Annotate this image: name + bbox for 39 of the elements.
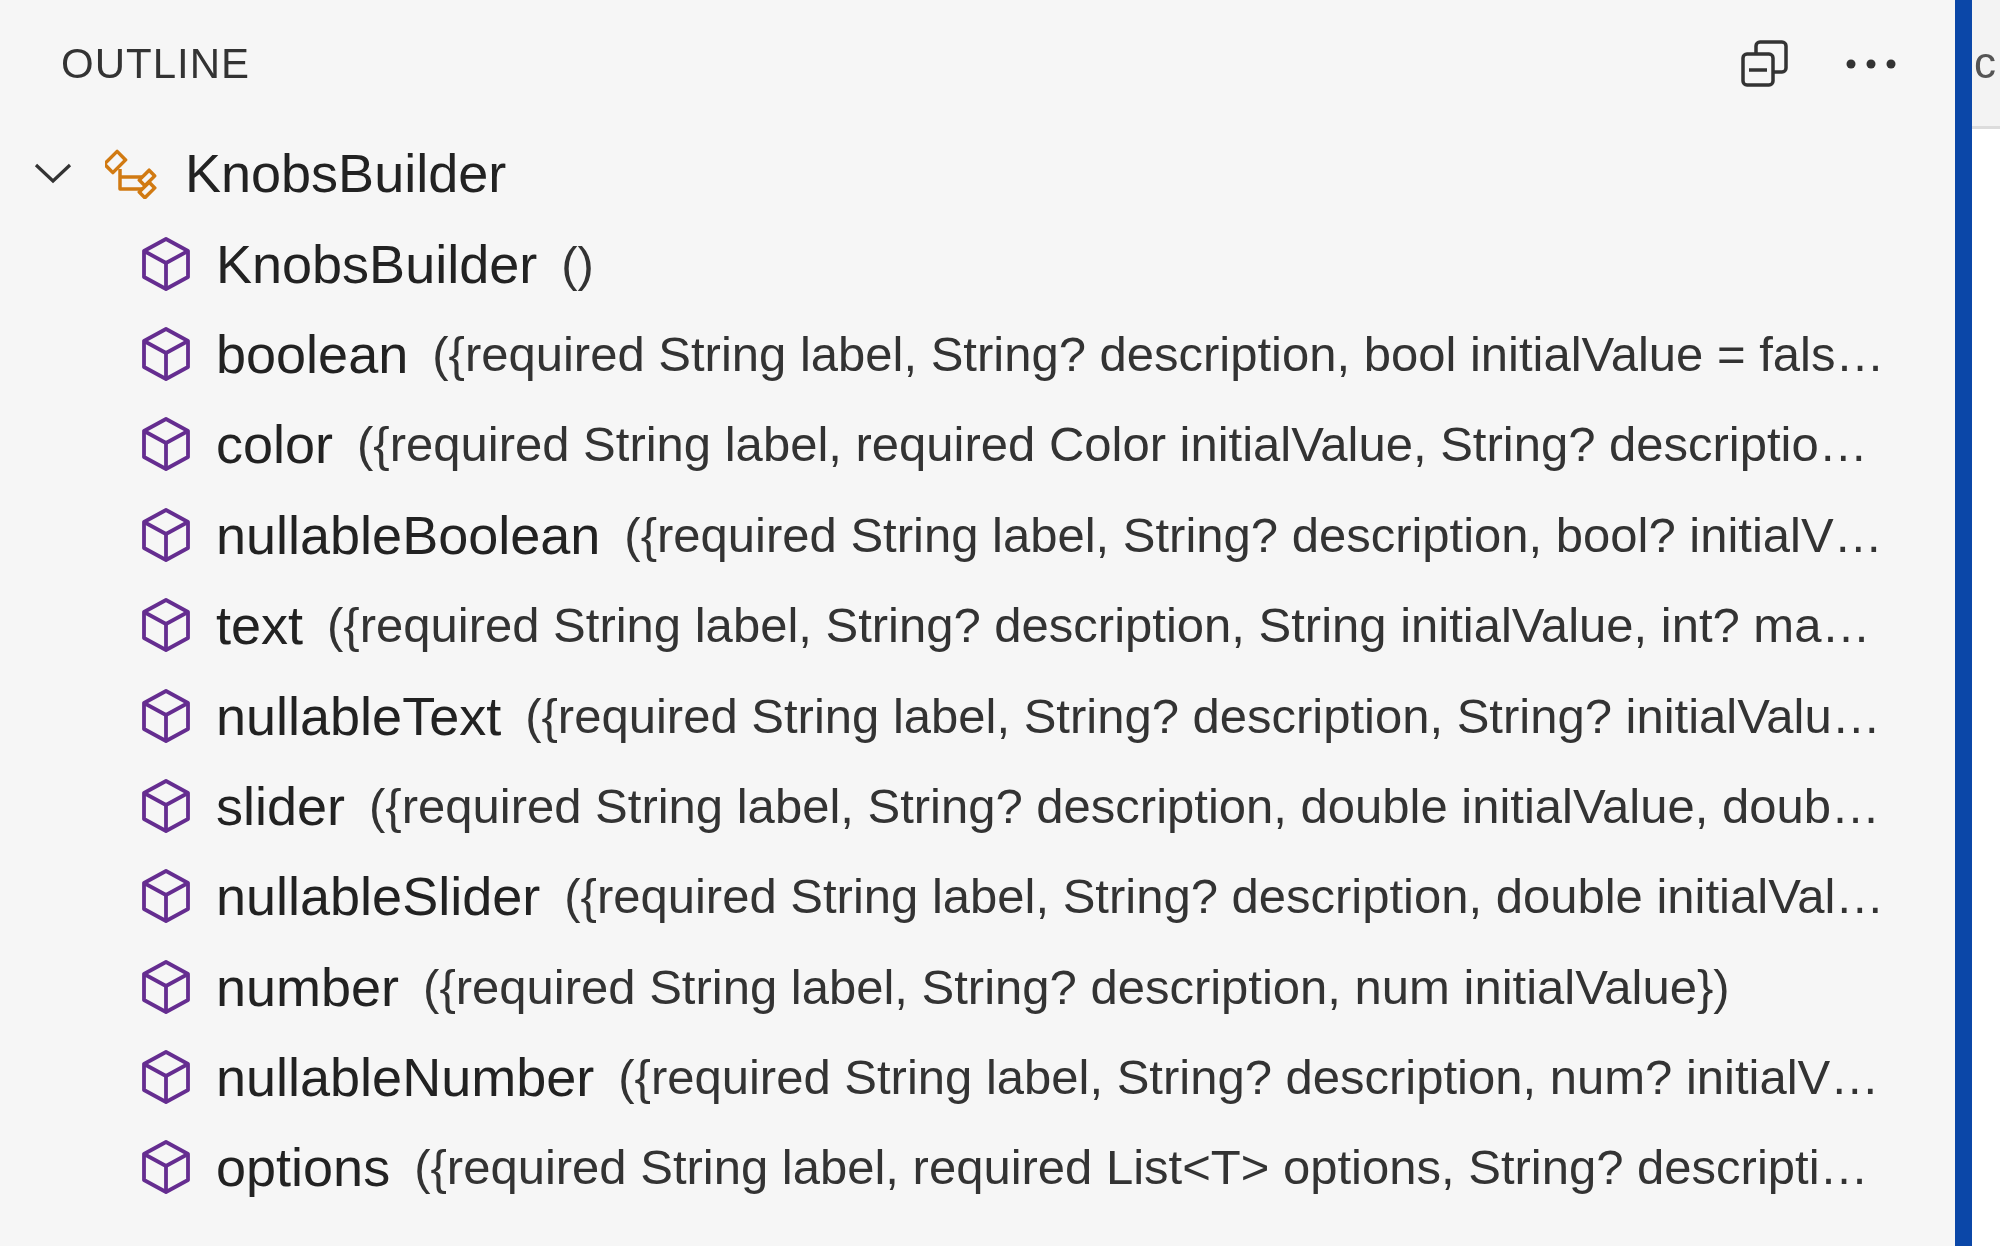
symbol-name[interactable]: number [216, 955, 400, 1018]
symbol-name[interactable]: KnobsBuilder [216, 232, 538, 295]
symbol-name[interactable]: text [216, 594, 304, 657]
symbol-name[interactable]: color [216, 413, 334, 476]
cube-icon [140, 958, 192, 1015]
symbol-signature: ({required String label, required Color initialValue, String? descriptio… [357, 416, 1868, 473]
cube-icon [140, 597, 192, 654]
editor-tab[interactable]: c [1974, 38, 1996, 88]
symbol-signature: ({required String label, String? description, bool? initialV… [624, 506, 1883, 563]
collapse-all-icon[interactable] [1740, 39, 1790, 89]
cube-icon [140, 325, 192, 382]
cube-icon [140, 1139, 192, 1196]
symbol-name[interactable]: nullableText [216, 684, 502, 747]
cube-icon [140, 777, 192, 834]
cube-icon [140, 1049, 192, 1106]
cube-icon [140, 416, 192, 473]
symbol-name[interactable]: options [216, 1136, 391, 1199]
symbol-signature: ({required String label, String? description, String initialValue, int? ma… [327, 597, 1871, 654]
symbol-name[interactable]: KnobsBuilder [185, 142, 507, 205]
symbol-signature: ({required String label, String? description, num initialValue}) [423, 958, 1730, 1015]
symbol-signature: ({required String label, String? description, double initialVal… [564, 868, 1885, 925]
symbol-signature: ({required String label, String? description, double initialValue, doub… [369, 777, 1880, 834]
cube-icon [140, 506, 192, 563]
more-icon[interactable] [1845, 58, 1897, 70]
chevron-icon[interactable] [33, 161, 73, 186]
symbol-signature: () [561, 235, 594, 292]
panel-title: OUTLINE [61, 40, 251, 88]
symbol-name[interactable]: nullableNumber [216, 1046, 595, 1109]
cube-icon [140, 235, 192, 292]
symbol-name[interactable]: slider [216, 774, 346, 837]
symbol-signature: ({required String label, String? description, num? initialV… [618, 1049, 1880, 1106]
symbol-signature: ({required String label, required List<T> options, String? descripti… [414, 1139, 1869, 1196]
cube-icon [140, 687, 192, 744]
symbol-signature: ({required String label, String? description, String? initialValu… [525, 687, 1881, 744]
symbol-name[interactable]: nullableBoolean [216, 503, 601, 566]
symbol-signature: ({required String label, String? description, bool initialValue = fals… [432, 325, 1885, 382]
symbol-name[interactable]: nullableSlider [216, 865, 541, 928]
cube-icon [140, 868, 192, 925]
symbol-name[interactable]: boolean [216, 322, 409, 385]
